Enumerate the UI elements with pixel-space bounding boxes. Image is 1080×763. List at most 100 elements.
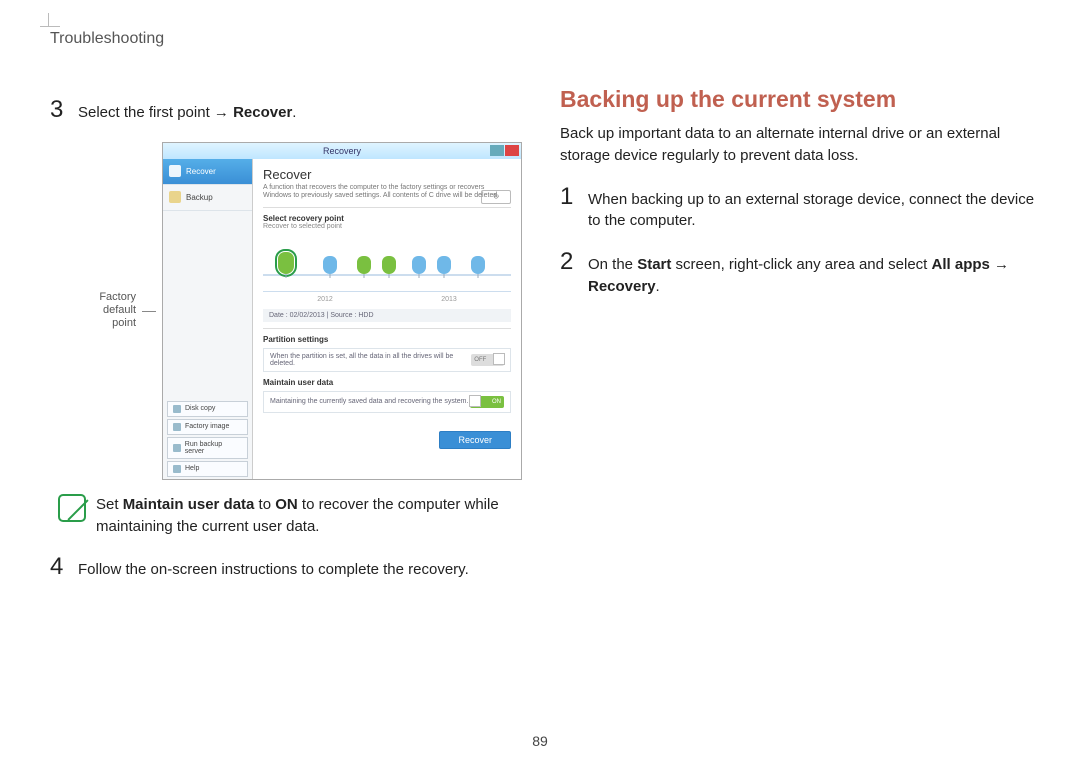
- step-1-body: When backing up to an external storage d…: [588, 185, 1040, 233]
- note-b2: ON: [275, 496, 298, 513]
- divider-1: [263, 207, 511, 208]
- recover-icon: [169, 165, 181, 177]
- step-2-b2: All apps: [932, 256, 990, 273]
- disk-copy-icon: [173, 405, 181, 413]
- callout-stack: Factory default point: [84, 291, 136, 331]
- step-2-number: 2: [560, 250, 578, 298]
- sidebar-item-backup: Backup: [163, 185, 252, 211]
- shot-main-title: Recover: [263, 167, 511, 182]
- close-icon: [505, 145, 519, 156]
- step-3-text-c: .: [292, 104, 296, 121]
- screenshot-with-callout: Factory default point Recovery: [84, 142, 530, 480]
- page-number: 89: [532, 733, 548, 749]
- run-backup-icon: [173, 444, 181, 452]
- note-b1: Maintain user data: [123, 496, 255, 513]
- right-column: Backing up the current system Back up im…: [560, 30, 1040, 599]
- disk-copy-label: Disk copy: [185, 405, 215, 412]
- step-3-body: Select the first point → Recover.: [78, 98, 296, 124]
- note-icon: [58, 494, 86, 522]
- shot-sidebar: Recover Backup Disk copy Factory image R…: [163, 159, 253, 479]
- backup-icon: [169, 191, 181, 203]
- page: Troubleshooting 3 Select the first point…: [0, 0, 1080, 599]
- timeline-pin-3: [357, 256, 371, 274]
- window-buttons: [490, 145, 519, 156]
- recover-button: Recover: [439, 431, 511, 449]
- step-1-number: 1: [560, 185, 578, 233]
- timeline-pin-5: [412, 256, 426, 274]
- select-recovery-point-sub: Recover to selected point: [263, 223, 511, 230]
- factory-image-label: Factory image: [185, 423, 229, 430]
- maintain-user-data-row: Maintaining the currently saved data and…: [263, 391, 511, 413]
- step-4-number: 4: [50, 555, 68, 581]
- sidebar-recover-label: Recover: [186, 167, 216, 176]
- sidebar-backup-label: Backup: [186, 193, 213, 202]
- maintain-toggle-on: ON: [470, 396, 504, 408]
- sidebar-item-recover: Recover: [163, 159, 252, 185]
- section-header: Troubleshooting: [50, 30, 530, 48]
- select-recovery-point-label: Select recovery point: [263, 214, 511, 223]
- header-rule: [40, 26, 60, 27]
- help-label: Help: [185, 465, 199, 472]
- header-tick: [48, 13, 49, 26]
- shot-title: Recovery: [323, 146, 361, 156]
- timeline-pin-6: [437, 256, 451, 274]
- sidebar-btn-run-backup: Run backup server: [167, 437, 248, 459]
- maintain-user-data-text: Maintaining the currently saved data and…: [270, 398, 468, 405]
- partition-settings-row: When the partition is set, all the data …: [263, 348, 511, 372]
- spacer: [560, 30, 1040, 86]
- sidebar-btn-help: Help: [167, 461, 248, 477]
- step-4: 4 Follow the on-screen instructions to c…: [50, 555, 530, 581]
- heading-backing-up: Backing up the current system: [560, 86, 1040, 113]
- intro-paragraph: Back up important data to an alternate i…: [560, 123, 1040, 167]
- step-2-arrow: →: [994, 256, 1009, 273]
- date-source-row: Date : 02/02/2013 | Source : HDD: [263, 309, 511, 322]
- shot-body: Recover Backup Disk copy Factory image R…: [163, 159, 521, 479]
- step-1-right: 1 When backing up to an external storage…: [560, 185, 1040, 233]
- recovery-screenshot: Recovery Recover Backup: [162, 142, 522, 480]
- run-backup-label: Run backup server: [185, 441, 242, 455]
- timeline-pin-4: [382, 256, 396, 274]
- step-2-t1: On the: [588, 256, 637, 273]
- toggle-knob: [493, 353, 505, 365]
- callout-line-2: default: [84, 304, 136, 317]
- step-2-t5: .: [656, 278, 660, 295]
- timeline-pin-7: [471, 256, 485, 274]
- step-3: 3 Select the first point → Recover.: [50, 98, 530, 124]
- partition-toggle-off: OFF: [471, 354, 504, 366]
- toggle-knob: [469, 395, 481, 407]
- sidebar-bottom: Disk copy Factory image Run backup serve…: [163, 399, 252, 479]
- step-3-number: 3: [50, 98, 68, 124]
- step-3-text-a: Select the first point: [78, 104, 214, 121]
- sidebar-btn-disk-copy: Disk copy: [167, 401, 248, 417]
- shot-main: Recover A function that recovers the com…: [253, 159, 521, 479]
- step-2-body: On the Start screen, right-click any are…: [588, 250, 1040, 298]
- partition-toggle-off-label: OFF: [474, 357, 486, 363]
- step-2-right: 2 On the Start screen, right-click any a…: [560, 250, 1040, 298]
- year-2012: 2012: [317, 296, 333, 303]
- note-block: Set Maintain user data to ON to recover …: [58, 494, 530, 538]
- step-4-body: Follow the on-screen instructions to com…: [78, 555, 469, 581]
- timeline-baseline: [263, 274, 511, 276]
- note-t2: to: [254, 496, 275, 513]
- callout-factory-default: Factory default point: [84, 291, 136, 331]
- minimize-icon: [490, 145, 504, 156]
- step-2-b3: Recovery: [588, 278, 656, 295]
- year-2013: 2013: [441, 296, 457, 303]
- note-body: Set Maintain user data to ON to recover …: [96, 494, 530, 538]
- timeline-pin-factory-default: [278, 252, 294, 274]
- callout-leader-line: [142, 311, 156, 312]
- timeline-years: 2012 2013: [263, 296, 511, 303]
- step-3-arrow: →: [214, 104, 229, 121]
- step-3-bold: Recover: [233, 104, 292, 121]
- callout-line-3: point: [84, 317, 136, 330]
- shot-main-desc: A function that recovers the computer to…: [263, 184, 511, 201]
- timeline-pin-2: [323, 256, 337, 274]
- factory-image-icon: [173, 423, 181, 431]
- step-2-b1: Start: [637, 256, 671, 273]
- shot-titlebar: Recovery: [163, 143, 521, 159]
- shot-footer: Recover: [263, 431, 511, 449]
- help-icon: [173, 465, 181, 473]
- divider-2: [263, 328, 511, 329]
- maintain-toggle-on-label: ON: [492, 399, 501, 405]
- left-column: Troubleshooting 3 Select the first point…: [50, 30, 530, 599]
